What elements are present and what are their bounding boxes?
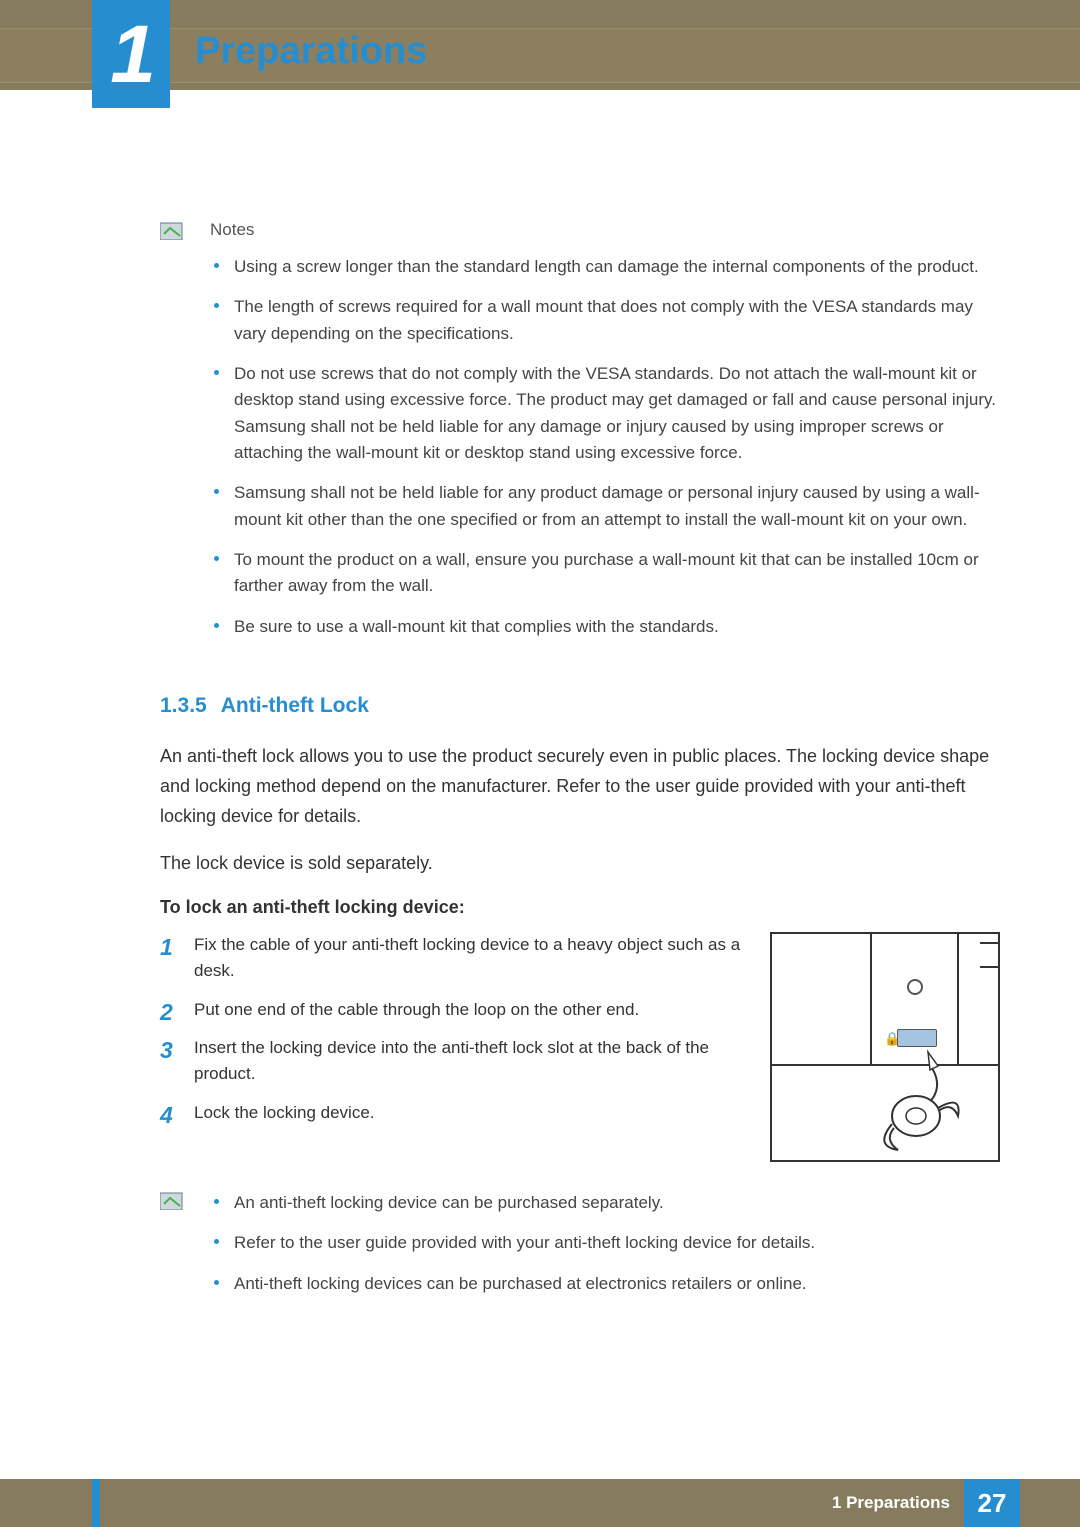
- section-paragraph: An anti-theft lock allows you to use the…: [160, 742, 1000, 831]
- notes-list-2: An anti-theft locking device can be purc…: [210, 1190, 1000, 1297]
- note-icon: [160, 1190, 198, 1311]
- note-item: Be sure to use a wall-mount kit that com…: [234, 614, 1000, 640]
- note-item: Do not use screws that do not comply wit…: [234, 361, 1000, 466]
- step-item: Lock the locking device.: [160, 1100, 748, 1126]
- footer-label: 1 Preparations: [832, 1493, 950, 1513]
- note-item: To mount the product on a wall, ensure y…: [234, 547, 1000, 600]
- footer-page-number: 27: [964, 1479, 1020, 1527]
- note-item: Refer to the user guide provided with yo…: [234, 1230, 1000, 1256]
- footer-accent: [92, 1479, 100, 1527]
- notes-block-2: An anti-theft locking device can be purc…: [160, 1190, 1000, 1311]
- section-heading: 1.3.5 Anti-theft Lock: [160, 694, 1000, 718]
- notes-label: Notes: [210, 220, 1000, 240]
- page-content: Notes Using a screw longer than the stan…: [160, 220, 1000, 1351]
- lock-diagram: 🔒: [770, 932, 1000, 1162]
- chapter-number: 1: [92, 8, 170, 102]
- note-item: An anti-theft locking device can be purc…: [234, 1190, 1000, 1216]
- step-item: Fix the cable of your anti-theft locking…: [160, 932, 748, 985]
- note-item: Samsung shall not be held liable for any…: [234, 480, 1000, 533]
- step-item: Put one end of the cable through the loo…: [160, 997, 748, 1023]
- section-paragraph: The lock device is sold separately.: [160, 849, 1000, 879]
- note-item: Using a screw longer than the standard l…: [234, 254, 1000, 280]
- chapter-title: Preparations: [195, 30, 427, 73]
- steps-list: Fix the cable of your anti-theft locking…: [160, 932, 748, 1126]
- footer: 1 Preparations 27: [0, 1479, 1080, 1527]
- note-item: Anti-theft locking devices can be purcha…: [234, 1271, 1000, 1297]
- notes-block: Notes Using a screw longer than the stan…: [160, 220, 1000, 654]
- section-title: Anti-theft Lock: [221, 694, 369, 717]
- chapter-tab: 1: [92, 0, 170, 108]
- section-number: 1.3.5: [160, 694, 207, 717]
- steps-heading: To lock an anti-theft locking device:: [160, 897, 1000, 918]
- notes-list: Using a screw longer than the standard l…: [210, 254, 1000, 640]
- step-item: Insert the locking device into the anti-…: [160, 1035, 748, 1088]
- note-item: The length of screws required for a wall…: [234, 294, 1000, 347]
- note-icon: [160, 220, 198, 654]
